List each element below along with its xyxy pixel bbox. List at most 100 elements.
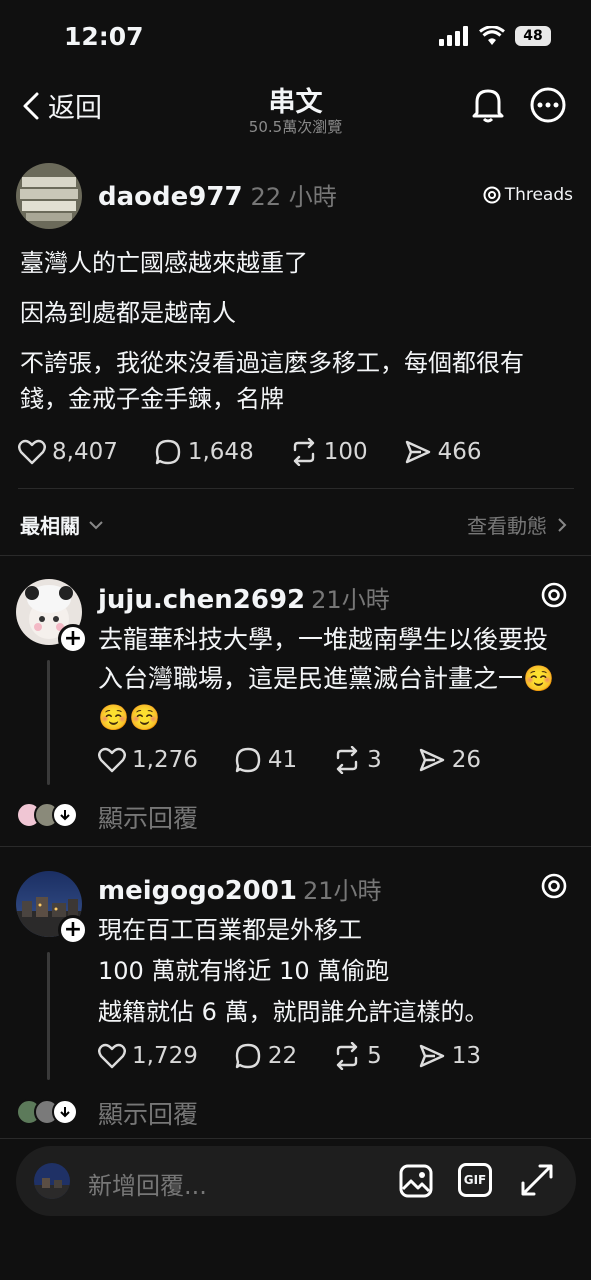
signal-icon xyxy=(439,26,468,46)
comment-button[interactable]: 1,648 xyxy=(154,438,254,466)
like-button[interactable]: 1,276 xyxy=(98,747,198,773)
thread-line xyxy=(47,952,50,1080)
send-icon xyxy=(419,748,444,772)
threads-icon xyxy=(541,873,567,899)
divider xyxy=(18,488,574,489)
author-username[interactable]: daode977 xyxy=(98,182,243,212)
comment-count: 1,648 xyxy=(187,439,254,465)
reply-text: 現在百工百業都是外移工 100 萬就有將近 10 萬偷跑 越籍就佔 6 萬，就問… xyxy=(98,910,568,1033)
repost-button[interactable]: 100 xyxy=(290,438,368,466)
reply-actions: 1,729 22 5 13 xyxy=(98,1042,481,1070)
reply-text: 去龍華科技大學，一堆越南學生以後要投入台灣職場，這是民進黨滅台計畫之一☺️☺️☺… xyxy=(98,625,555,732)
sort-label: 最相關 xyxy=(20,514,80,538)
post-paragraph: 因為到處都是越南人 xyxy=(20,299,236,327)
like-count: 1,276 xyxy=(132,747,198,773)
share-button[interactable]: 26 xyxy=(418,746,481,774)
reply-line: 現在百工百業都是外移工 xyxy=(98,916,362,944)
send-icon xyxy=(419,1044,444,1068)
more-icon xyxy=(530,87,566,123)
repost-count: 3 xyxy=(367,747,382,773)
post-paragraph: 臺灣人的亡國感越來越重了 xyxy=(20,249,308,277)
view-activity-label: 查看動態 xyxy=(467,514,547,538)
reply-line: 越籍就佔 6 萬，就問誰允許這樣的。 xyxy=(98,998,489,1026)
post-time: 22 小時 xyxy=(250,183,337,211)
comment-icon xyxy=(235,747,261,773)
divider xyxy=(0,1138,591,1139)
gif-button[interactable]: GIF xyxy=(458,1163,492,1197)
view-activity-link[interactable]: 查看動態 xyxy=(467,510,567,539)
post-body: 臺灣人的亡國感越來越重了 因為到處都是越南人 不誇張，我從來沒看過這麼多移工，每… xyxy=(20,245,570,417)
reply-header: meigogo2001 21小時 xyxy=(98,871,382,906)
repost-icon xyxy=(336,1042,358,1070)
send-icon xyxy=(405,440,430,464)
repost-count: 100 xyxy=(323,439,368,465)
status-time: 12:07 xyxy=(64,22,144,51)
threads-icon xyxy=(541,582,567,608)
like-button[interactable]: 1,729 xyxy=(98,1043,198,1069)
share-button[interactable]: 466 xyxy=(404,438,482,466)
plus-icon: + xyxy=(63,626,83,651)
chevron-down-icon xyxy=(89,520,103,529)
follow-button[interactable]: + xyxy=(58,915,88,945)
share-button[interactable]: 13 xyxy=(418,1042,481,1070)
reply-time: 21小時 xyxy=(311,586,390,614)
repost-icon xyxy=(336,746,358,774)
divider xyxy=(0,555,591,556)
share-count: 13 xyxy=(451,1043,482,1069)
reply-header: juju.chen2692 21小時 xyxy=(98,580,390,615)
image-icon xyxy=(399,1164,433,1198)
post-paragraph: 不誇張，我從來沒看過這麼多移工，每個都很有錢，金戒子金手鍊，名牌 xyxy=(20,349,524,413)
thread-line xyxy=(47,660,50,785)
threads-icon-button[interactable] xyxy=(541,873,567,899)
chevron-right-icon xyxy=(558,517,567,532)
show-replies-button[interactable]: 顯示回覆 xyxy=(98,799,198,835)
like-count: 8,407 xyxy=(52,439,118,465)
replier-avatars xyxy=(16,1099,78,1125)
threads-icon-button[interactable] xyxy=(541,582,567,608)
sort-dropdown[interactable]: 最相關 xyxy=(20,510,104,539)
image-button[interactable] xyxy=(398,1163,434,1199)
repost-count: 5 xyxy=(367,1043,382,1069)
author-avatar[interactable] xyxy=(16,163,82,229)
reply-composer[interactable]: 新增回覆... GIF xyxy=(16,1146,576,1216)
reply-input[interactable]: 新增回覆... xyxy=(88,1166,207,1201)
threads-label: Threads xyxy=(504,185,573,205)
more-button[interactable] xyxy=(530,87,566,123)
expand-icon xyxy=(521,1164,553,1196)
comment-icon xyxy=(235,1043,261,1069)
heart-icon xyxy=(98,1043,126,1069)
status-icons: 48 xyxy=(439,26,551,46)
post-header: daode977 22 小時 xyxy=(98,177,337,212)
reply-time: 21小時 xyxy=(302,877,382,905)
post-actions: 8,407 1,648 100 466 xyxy=(18,438,482,466)
heart-icon xyxy=(98,747,126,773)
repost-icon xyxy=(293,438,314,466)
gif-label: GIF xyxy=(463,1173,487,1187)
reply-line: 100 萬就有將近 10 萬偷跑 xyxy=(98,957,390,985)
wifi-icon xyxy=(479,26,505,45)
reply-username[interactable]: meigogo2001 xyxy=(98,876,297,906)
comment-count: 41 xyxy=(267,747,298,773)
bell-icon xyxy=(472,89,504,123)
show-replies-button[interactable]: 顯示回覆 xyxy=(98,1095,198,1131)
reply-username[interactable]: juju.chen2692 xyxy=(98,585,305,615)
heart-icon xyxy=(18,439,46,465)
comment-button[interactable]: 22 xyxy=(234,1042,297,1070)
share-count: 466 xyxy=(437,439,482,465)
threads-badge[interactable]: Threads xyxy=(483,185,573,205)
expand-icon xyxy=(52,1099,78,1125)
share-count: 26 xyxy=(451,747,482,773)
like-button[interactable]: 8,407 xyxy=(18,439,118,465)
expand-icon xyxy=(52,802,78,828)
like-count: 1,729 xyxy=(132,1043,198,1069)
my-avatar xyxy=(34,1163,70,1199)
notification-button[interactable] xyxy=(470,86,506,124)
expand-composer-button[interactable] xyxy=(520,1163,554,1197)
reply-actions: 1,276 41 3 26 xyxy=(98,746,481,774)
battery-icon: 48 xyxy=(515,26,551,46)
repost-button[interactable]: 3 xyxy=(333,746,382,774)
repost-button[interactable]: 5 xyxy=(333,1042,382,1070)
follow-button[interactable]: + xyxy=(58,624,88,654)
comment-button[interactable]: 41 xyxy=(234,746,297,774)
comment-count: 22 xyxy=(267,1043,298,1069)
